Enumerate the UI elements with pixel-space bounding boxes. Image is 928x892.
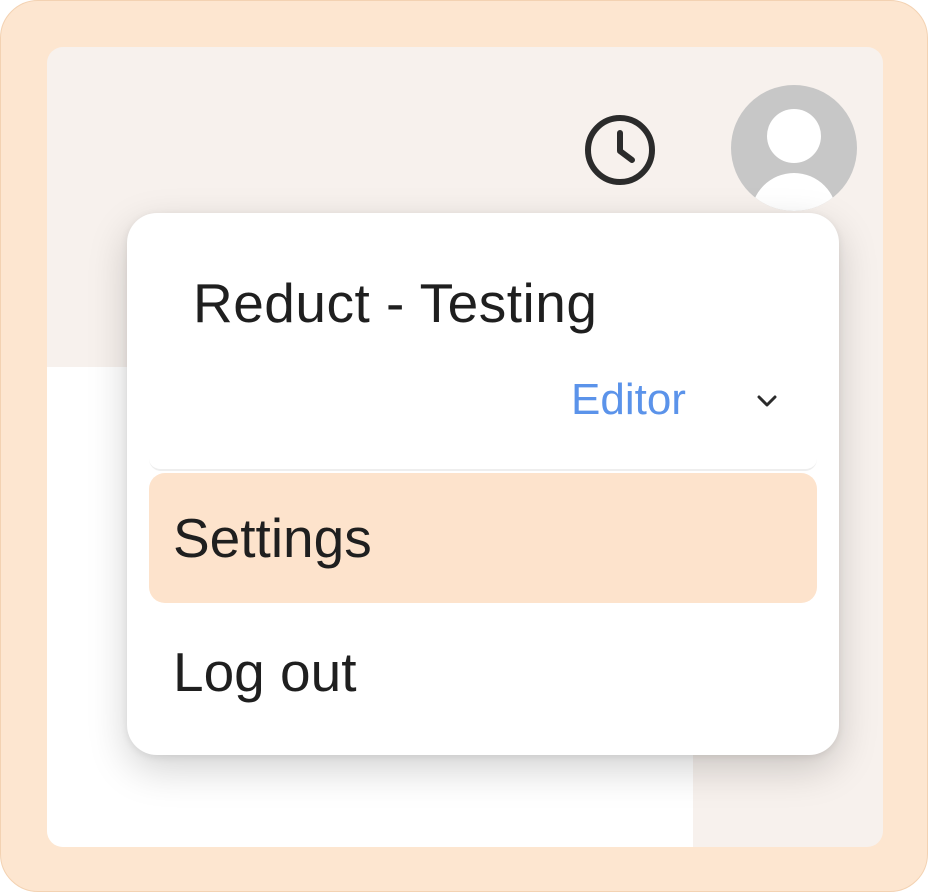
role-dropdown[interactable]: Editor (547, 369, 797, 431)
user-avatar-button[interactable] (731, 85, 857, 211)
history-button[interactable] (583, 113, 657, 187)
menu-item-label: Log out (173, 641, 357, 703)
account-dropdown-menu: Reduct - Testing Editor Settings Log out (127, 213, 839, 755)
avatar-head (767, 109, 821, 163)
workspace-name: Reduct - Testing (193, 272, 598, 334)
menu-item-log-out[interactable]: Log out (149, 607, 817, 737)
menu-item-label: Settings (173, 507, 372, 569)
menu-item-settings[interactable]: Settings (149, 473, 817, 603)
workspace-section: Reduct - Testing Editor (149, 213, 817, 471)
clock-icon (585, 115, 655, 185)
role-label: Editor (571, 375, 686, 424)
chevron-down-icon (753, 387, 781, 415)
app-frame: Reduct - Testing Editor Settings Log out (0, 0, 928, 892)
avatar-body (751, 173, 837, 211)
